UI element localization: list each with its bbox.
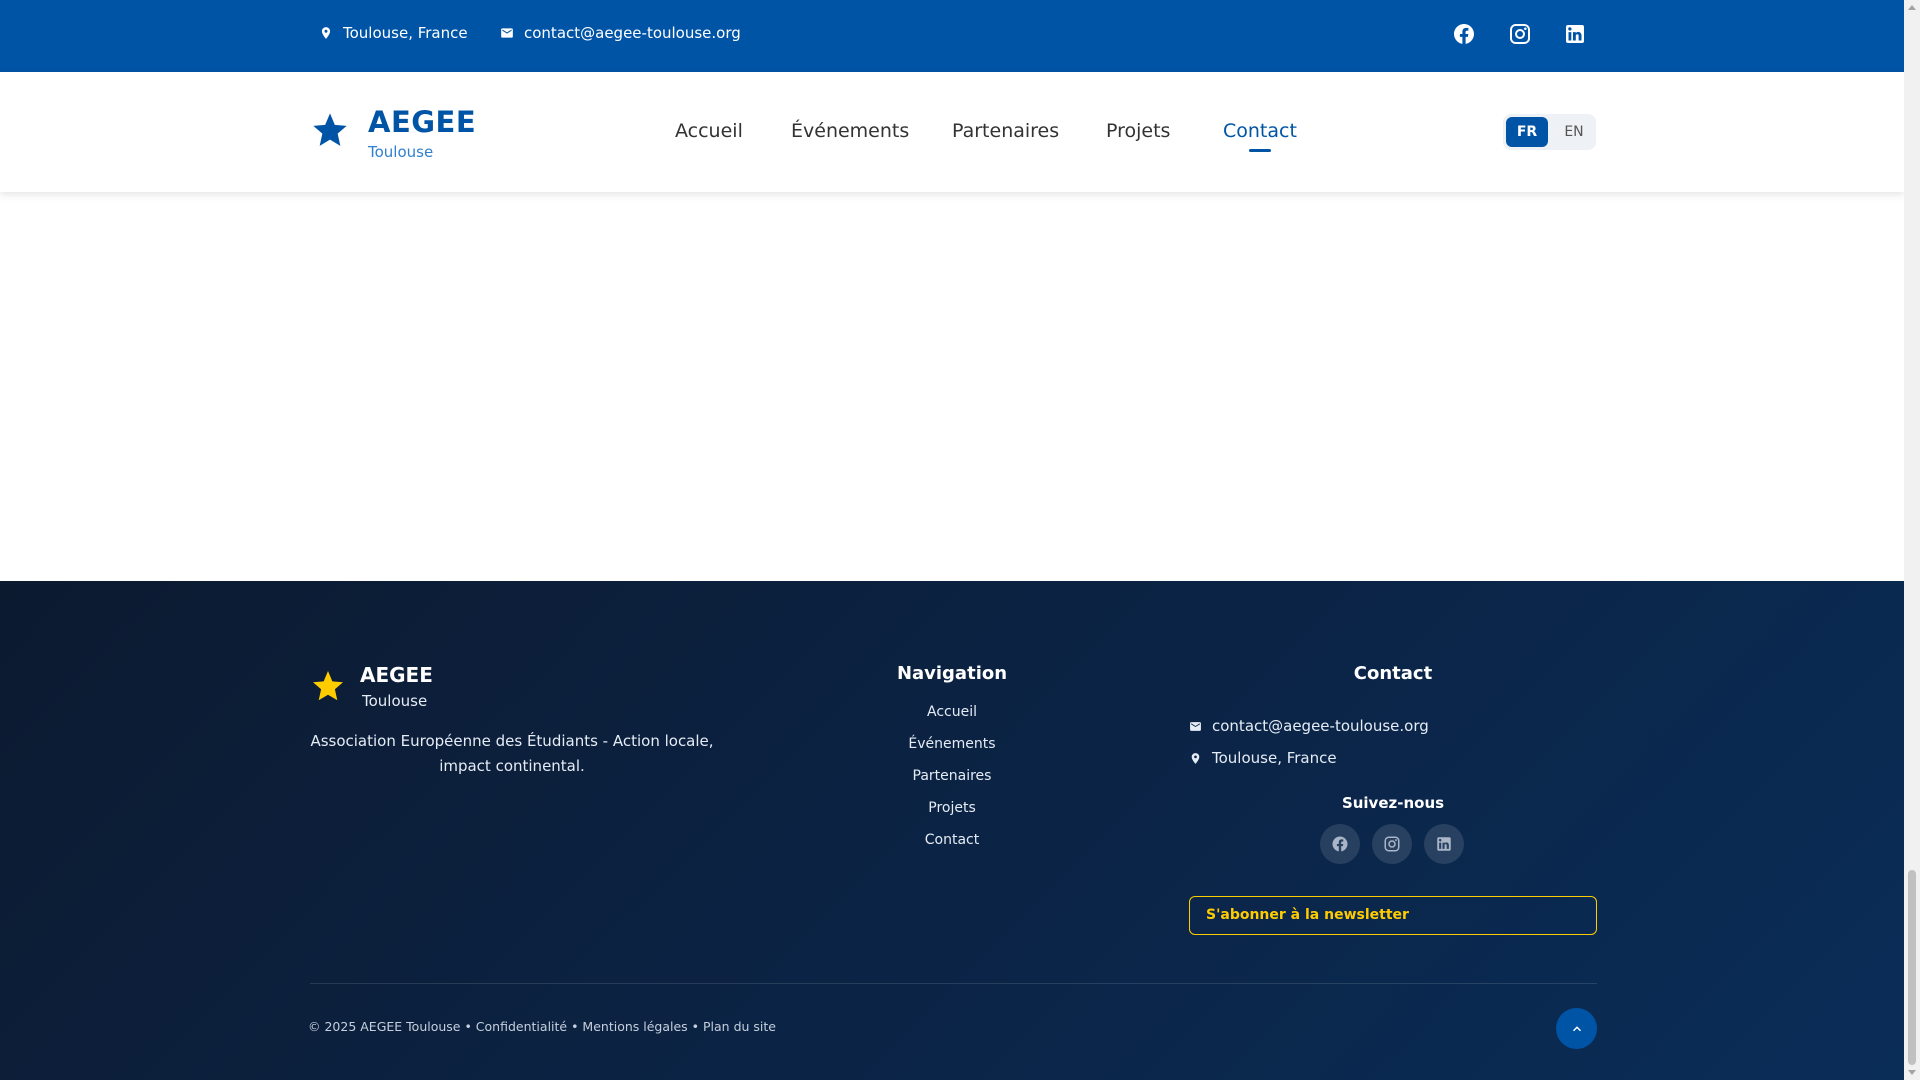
footer-contact-email-text[interactable]: contact@aegee-toulouse.org bbox=[1212, 717, 1429, 735]
scrollbar-thumb[interactable] bbox=[1908, 870, 1916, 1065]
facebook-icon[interactable] bbox=[1320, 824, 1360, 864]
location-pin-icon bbox=[1191, 752, 1200, 764]
mail-icon bbox=[1190, 721, 1201, 731]
follow-us-heading: Suivez-nous bbox=[1341, 794, 1445, 812]
footer-contact-location: Toulouse, France bbox=[1189, 749, 1337, 767]
nav-projets[interactable]: Projets bbox=[1106, 120, 1170, 142]
footer-link-partenaires[interactable]: Partenaires bbox=[852, 768, 1052, 784]
logo-title[interactable]: AEGEE bbox=[368, 105, 476, 139]
footer-link-contact[interactable]: Contact bbox=[852, 832, 1052, 848]
footer-link-projets[interactable]: Projets bbox=[852, 800, 1052, 816]
nav-partenaires[interactable]: Partenaires bbox=[952, 120, 1059, 142]
instagram-icon[interactable] bbox=[1508, 22, 1534, 48]
instagram-icon[interactable] bbox=[1372, 824, 1412, 864]
site-header: AEGEE Toulouse Accueil Événements Parten… bbox=[0, 72, 1904, 192]
topbar-location-text: Toulouse, France bbox=[343, 24, 468, 42]
page-scrollbar[interactable] bbox=[1904, 0, 1920, 1080]
back-to-top-button[interactable] bbox=[1556, 1008, 1597, 1049]
topbar-location: Toulouse, France bbox=[319, 24, 468, 42]
language-switcher: FR EN bbox=[1503, 114, 1596, 150]
nav-accueil[interactable]: Accueil bbox=[675, 120, 743, 142]
facebook-icon[interactable] bbox=[1452, 22, 1478, 48]
star-logo-icon bbox=[310, 668, 346, 704]
footer-contact-location-text: Toulouse, France bbox=[1212, 749, 1337, 767]
mail-icon bbox=[501, 28, 513, 38]
topbar-email-text[interactable]: contact@aegee-toulouse.org bbox=[524, 24, 741, 42]
top-contact-bar: Toulouse, France contact@aegee-toulouse.… bbox=[0, 0, 1904, 72]
footer-contact-heading: Contact bbox=[1353, 663, 1433, 684]
logo-subtitle[interactable]: Toulouse bbox=[368, 143, 433, 161]
topbar-email[interactable]: contact@aegee-toulouse.org bbox=[500, 24, 741, 42]
footer-logo-title: AEGEE bbox=[360, 663, 433, 687]
footer-logo-subtitle: Toulouse bbox=[362, 692, 428, 710]
star-logo-icon[interactable] bbox=[310, 110, 350, 150]
scroll-down-arrow-icon[interactable] bbox=[1908, 1070, 1916, 1075]
lang-en-button[interactable]: EN bbox=[1554, 117, 1594, 147]
footer-description: Association Européenne des Étudiants - A… bbox=[310, 732, 714, 775]
chevron-up-icon bbox=[1572, 1025, 1581, 1031]
scroll-up-arrow-icon[interactable] bbox=[1908, 5, 1916, 10]
lang-fr-button[interactable]: FR bbox=[1506, 117, 1548, 147]
footer-copyright: © 2025 AEGEE Toulouse • Confidentialité … bbox=[308, 1019, 776, 1034]
nav-evenements[interactable]: Événements bbox=[791, 120, 909, 142]
footer-link-accueil[interactable]: Accueil bbox=[852, 704, 1052, 720]
footer-contact-email[interactable]: contact@aegee-toulouse.org bbox=[1189, 717, 1429, 735]
linkedin-icon[interactable] bbox=[1424, 824, 1464, 864]
footer-link-evenements[interactable]: Événements bbox=[852, 736, 1052, 752]
newsletter-subscribe-button[interactable]: S'abonner à la newsletter bbox=[1189, 896, 1597, 935]
footer-divider bbox=[310, 983, 1597, 984]
linkedin-icon[interactable] bbox=[1563, 22, 1589, 48]
nav-contact[interactable]: Contact bbox=[1223, 120, 1297, 152]
footer-navigation-heading: Navigation bbox=[896, 663, 1008, 684]
site-footer: AEGEE Toulouse Association Européenne de… bbox=[0, 581, 1904, 1080]
location-pin-icon bbox=[321, 27, 331, 39]
